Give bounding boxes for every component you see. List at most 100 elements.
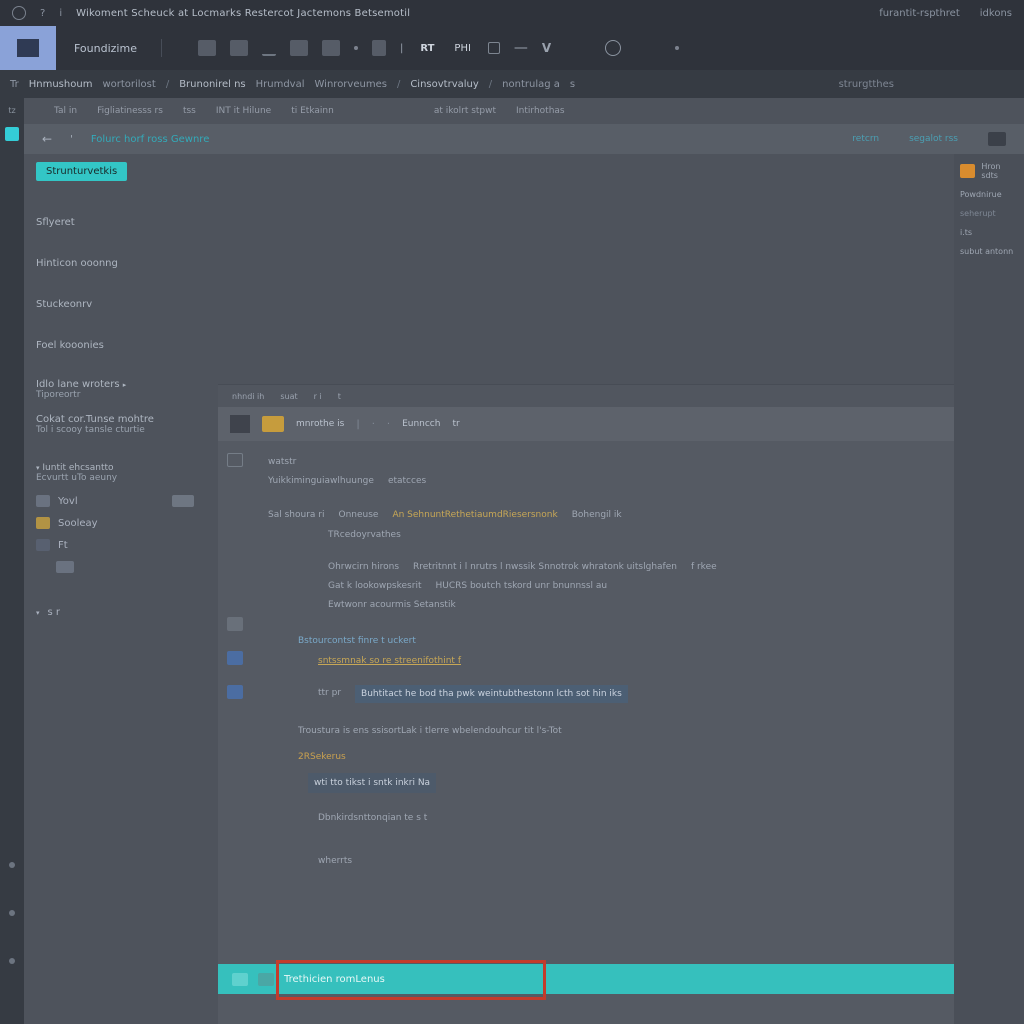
square-icon <box>36 517 50 529</box>
sub-link-1[interactable]: retcrn <box>852 134 879 144</box>
editor-content[interactable]: watstr Yuikkiminguiawlhuungeetatcces Sal… <box>252 441 954 1024</box>
ed-tab[interactable]: r i <box>314 392 322 401</box>
status-chip-icon <box>258 973 274 986</box>
ed-tab[interactable]: nhndi ih <box>232 392 264 401</box>
side-item[interactable]: Hinticon ooonng <box>36 256 194 271</box>
editor-tabs: nhndi ih suat r i t <box>218 385 954 407</box>
editor-panel: nhndi ih suat r i t mnrothe is | · · Eun… <box>218 384 954 1024</box>
page-subbar: ← ' Folurc horf ross Gewnre retcrn segal… <box>24 124 1024 154</box>
title-link-1[interactable]: furantit-rspthret <box>879 8 960 19</box>
tool-phi[interactable]: PHI <box>451 43 474 54</box>
vee-icon[interactable]: V <box>542 41 551 55</box>
dot-icon-2 <box>675 46 679 50</box>
tool-icon-2[interactable] <box>230 40 248 56</box>
dot-icon <box>354 46 358 50</box>
page-tabs: Tal in Figliatinesss rs tss INT it Hilun… <box>24 98 1024 124</box>
status-bar[interactable]: Trethicien romLenus <box>218 964 954 994</box>
sub-primary[interactable]: Folurc horf ross Gewnre <box>91 134 210 145</box>
pipe-icon: | <box>400 43 403 54</box>
ed-label: tr <box>452 419 459 429</box>
side-item[interactable]: ▾ Iuntit ehcsantto Ecvurtt uTo aeuny <box>36 461 194 485</box>
rail-dot-icon[interactable] <box>9 910 15 916</box>
globe-icon[interactable] <box>605 40 621 56</box>
tool-rt[interactable]: RT <box>417 43 437 54</box>
square-icon <box>36 495 50 507</box>
title-message: Wikoment Scheuck at Locmarks Restercot J… <box>76 8 410 19</box>
folder-icon[interactable] <box>262 416 284 432</box>
rp-item[interactable]: seherupt <box>960 209 1018 218</box>
ptab-6[interactable]: at ikolrt stpwt <box>434 106 496 116</box>
side-row[interactable]: Ft <box>36 539 194 551</box>
ptab-7[interactable]: Intirhothas <box>516 106 565 116</box>
rail-dot-icon[interactable] <box>9 958 15 964</box>
tool-icon-5[interactable] <box>322 40 340 56</box>
tool-icon-4[interactable] <box>290 40 308 56</box>
crumb-2[interactable]: Hnmushoum <box>29 79 93 90</box>
ed-label[interactable]: Eunncch <box>402 419 440 429</box>
crumb-8[interactable]: nontrulag a <box>502 79 560 90</box>
sep-icon: · <box>387 419 390 430</box>
crumb-last[interactable]: strurgtthes <box>839 79 894 90</box>
crumb-6[interactable]: Winrorveumes <box>315 79 387 90</box>
gutter-icon[interactable] <box>227 617 243 631</box>
app-logo[interactable] <box>0 26 56 70</box>
chevron-right-icon: / <box>489 79 492 90</box>
editor-toolbar: mnrothe is | · · Eunncch tr <box>218 407 954 441</box>
side-row[interactable] <box>36 561 194 573</box>
back-arrow-icon[interactable]: ← <box>42 132 52 146</box>
qmark-icon: ? <box>40 8 45 19</box>
tool-icon-3[interactable] <box>262 40 276 56</box>
crumb-9[interactable]: s <box>570 79 575 90</box>
crumb-5[interactable]: Hrumdval <box>256 79 305 90</box>
ed-tab[interactable]: suat <box>280 392 297 401</box>
gutter-icon[interactable] <box>227 685 243 699</box>
info-icon: i <box>59 8 62 19</box>
crumb-1[interactable]: Tr <box>10 79 19 90</box>
rp-item[interactable]: i.ts <box>960 228 1018 237</box>
title-link-2[interactable]: idkons <box>980 8 1012 19</box>
tool-icon-7[interactable] <box>488 42 500 54</box>
ptab-4[interactable]: INT it Hilune <box>216 106 271 116</box>
editor-gutter <box>218 441 252 1024</box>
sep-icon: · <box>372 419 375 430</box>
crumb-3[interactable]: wortorilost <box>102 79 155 90</box>
side-item[interactable]: Foel kooonies <box>36 338 194 353</box>
side-item[interactable]: Stuckeonrv <box>36 297 194 312</box>
side-row[interactable]: ▾s r <box>36 607 194 618</box>
sep-icon: | <box>356 419 359 430</box>
bolt-icon: ' <box>70 134 73 145</box>
separator-icon <box>161 39 162 57</box>
panel-icon[interactable] <box>960 164 975 178</box>
tool-icon-6[interactable] <box>372 40 386 56</box>
crumb-4[interactable]: Brunonirel ns <box>179 79 245 90</box>
app-name: Foundizime <box>56 42 155 55</box>
rail-active-icon[interactable] <box>5 127 19 141</box>
square-icon <box>56 561 74 573</box>
ed-badge-icon[interactable] <box>230 415 250 433</box>
ptab-5[interactable]: ti Etkainn <box>291 106 334 116</box>
gutter-icon[interactable] <box>227 651 243 665</box>
tool-icon-1[interactable] <box>198 40 216 56</box>
gutter-icon[interactable] <box>227 453 243 467</box>
side-row[interactable]: Yovl <box>36 495 194 507</box>
rp-item[interactable]: Powdnirue <box>960 190 1018 199</box>
sub-link-2[interactable]: segalot rss <box>909 134 958 144</box>
side-item[interactable]: Sflyeret <box>36 215 194 230</box>
chevron-right-icon: / <box>397 79 400 90</box>
rail-dot-icon[interactable] <box>9 862 15 868</box>
minus-icon[interactable]: — <box>514 40 528 56</box>
side-item[interactable]: Idlo lane wroters ▸ Tiporeortr <box>36 377 194 402</box>
sub-badge-icon[interactable] <box>988 132 1006 146</box>
ptab-2[interactable]: Figliatinesss rs <box>97 106 163 116</box>
help-icon[interactable] <box>12 6 26 20</box>
side-row[interactable]: Sooleay <box>36 517 194 529</box>
ptab-1[interactable]: Tal in <box>54 106 77 116</box>
ed-tab[interactable]: t <box>338 392 341 401</box>
rp-item[interactable]: subut antonn <box>960 247 1018 256</box>
ptab-3[interactable]: tss <box>183 106 196 116</box>
selected-text[interactable]: wti tto tikst i sntk inkri Na <box>308 773 436 793</box>
status-label: Trethicien romLenus <box>284 974 385 985</box>
crumb-7[interactable]: Cinsovtrvaluy <box>410 79 478 90</box>
side-item[interactable]: Cokat cor.Tunse mohtre Tol i scooy tansl… <box>36 412 194 437</box>
side-chip-active[interactable]: Strunturvetkis <box>36 162 127 181</box>
